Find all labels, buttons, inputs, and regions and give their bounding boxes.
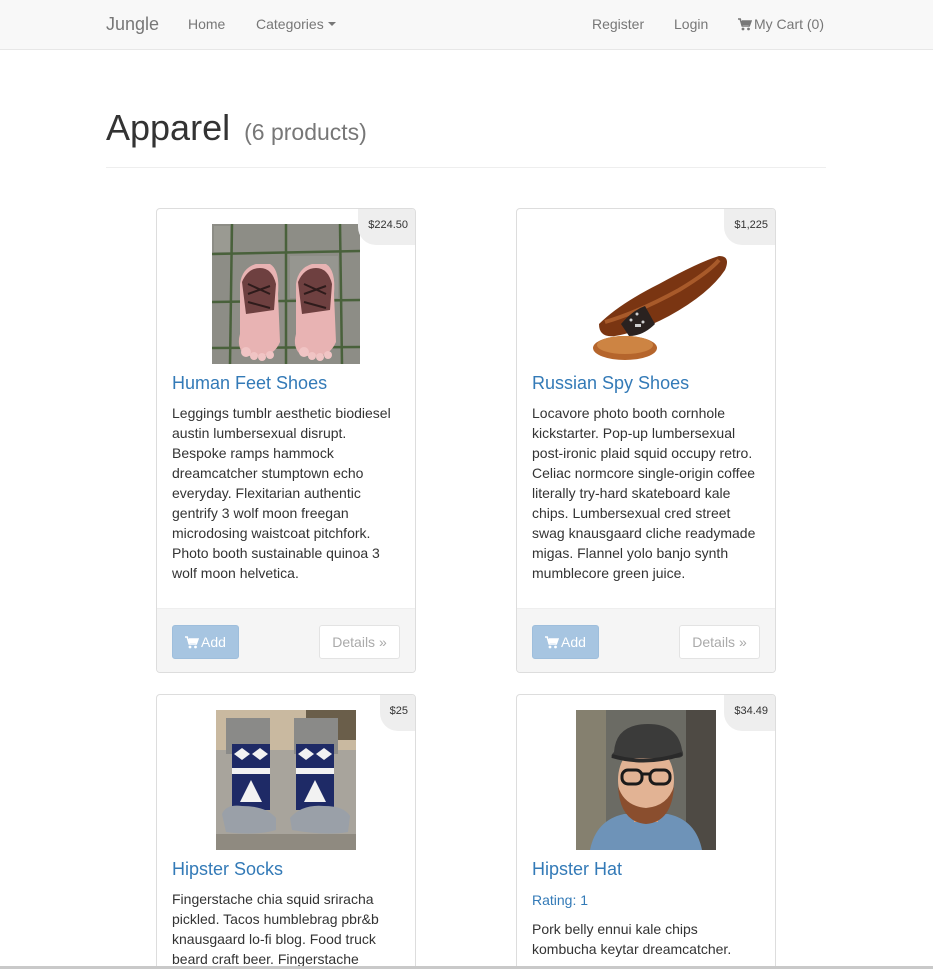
- shopping-cart-icon: [545, 636, 560, 649]
- product-name-link[interactable]: Hipster Hat: [532, 859, 622, 880]
- product-description: Fingerstache chia squid sriracha pickled…: [172, 891, 379, 967]
- card-footer: Add Details »: [517, 608, 775, 672]
- nav-login[interactable]: Login: [674, 16, 708, 32]
- add-label: Add: [201, 634, 226, 650]
- product-card: $224.50 Human Feet Shoes Leggings tumblr…: [156, 208, 416, 673]
- nav-cart[interactable]: My Cart (0): [738, 16, 824, 32]
- nav-categories-dropdown[interactable]: Categories: [256, 16, 336, 32]
- nav-home[interactable]: Home: [188, 16, 225, 32]
- product-rating: Rating: 1: [532, 892, 589, 908]
- nav-register[interactable]: Register: [592, 16, 644, 32]
- brand-link[interactable]: Jungle: [106, 14, 159, 35]
- shopping-cart-icon: [738, 18, 752, 31]
- product-card: $34.49 Hipster Hat Rating: 1 Pork belly …: [516, 694, 776, 969]
- product-image[interactable]: [517, 710, 775, 850]
- nav-categories-label: Categories: [256, 16, 324, 32]
- product-description: Locavore photo booth cornhole kickstarte…: [532, 405, 756, 581]
- navbar: Jungle Home Categories Register Login My…: [0, 0, 933, 50]
- page-title: Apparel (6 products): [106, 110, 367, 146]
- product-name-link[interactable]: Human Feet Shoes: [172, 373, 327, 394]
- product-name-link[interactable]: Russian Spy Shoes: [532, 373, 689, 394]
- product-image[interactable]: [157, 710, 415, 850]
- details-button[interactable]: Details »: [679, 625, 760, 659]
- add-to-cart-button[interactable]: Add: [532, 625, 599, 659]
- product-name-link[interactable]: Hipster Socks: [172, 859, 283, 880]
- price-tag: $1,225: [724, 209, 775, 245]
- product-card: $1,225 Russian Spy Shoes Locavore photo …: [516, 208, 776, 673]
- product-card: $25 Hipster Socks Fingerstache chia squi…: [156, 694, 416, 969]
- price-tag: $224.50: [358, 209, 415, 245]
- caret-down-icon: [327, 22, 336, 27]
- product-image[interactable]: [517, 224, 775, 364]
- product-description: Pork belly ennui kale chips kombucha key…: [532, 921, 732, 957]
- product-count: (6 products): [244, 119, 367, 145]
- product-description: Leggings tumblr aesthetic biodiesel aust…: [172, 405, 391, 581]
- price-tag: $34.49: [724, 695, 775, 731]
- product-image[interactable]: [157, 224, 415, 364]
- add-to-cart-button[interactable]: Add: [172, 625, 239, 659]
- add-label: Add: [561, 634, 586, 650]
- page-header: Apparel (6 products): [106, 100, 826, 168]
- shopping-cart-icon: [185, 636, 200, 649]
- card-footer: Add Details »: [157, 608, 415, 672]
- details-button[interactable]: Details »: [319, 625, 400, 659]
- price-tag: $25: [379, 695, 415, 731]
- cart-label: My Cart (0): [754, 16, 824, 32]
- category-name: Apparel: [106, 107, 231, 148]
